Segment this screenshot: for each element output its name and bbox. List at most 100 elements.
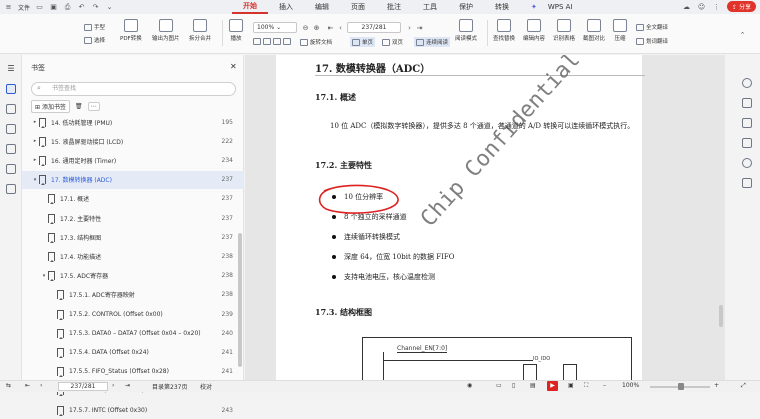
red-ink-circle[interactable] <box>316 183 402 217</box>
first-page-icon[interactable]: ⇤ <box>25 382 30 389</box>
prev-page-icon[interactable]: ‹ <box>336 23 345 32</box>
menu-annotate[interactable]: 批注 <box>376 0 412 14</box>
bookmark-item[interactable]: 17.5.5. FIFO_Status (Offset 0x28) 241 <box>22 363 244 381</box>
next-page-icon[interactable]: › <box>112 382 114 389</box>
expand-icon[interactable]: ⤢ <box>741 382 746 390</box>
open-icon[interactable]: ▭ <box>35 3 44 12</box>
bookmark-item[interactable]: 17.1. 概述 237 <box>22 190 244 208</box>
help-icon[interactable] <box>742 158 752 168</box>
translate-panel-icon[interactable] <box>742 138 752 148</box>
compress-button[interactable]: 压缩 <box>613 19 627 42</box>
menu-page[interactable]: 页面 <box>340 0 376 14</box>
print-icon[interactable]: ⎙ <box>63 3 72 12</box>
screenshot-compare-button[interactable]: 截图对比 <box>583 19 605 42</box>
share-panel-icon[interactable] <box>742 178 752 188</box>
zoom-select[interactable]: 100% ⌄ <box>253 22 297 33</box>
continuous-view-icon[interactable]: ▤ <box>530 382 536 389</box>
bookmark-search-input[interactable]: 书签查找 <box>31 82 236 96</box>
menu-tools[interactable]: 工具 <box>412 0 448 14</box>
recognize-table-button[interactable]: 识别表格 <box>553 19 575 42</box>
menu-edit[interactable]: 编辑 <box>304 0 340 14</box>
first-page-icon[interactable]: ⇤ <box>326 23 335 32</box>
adjust-icon[interactable] <box>742 98 752 108</box>
last-page-icon[interactable]: ⇥ <box>125 382 130 389</box>
comment-icon[interactable] <box>6 124 16 134</box>
minus-icon[interactable]: – <box>603 382 606 389</box>
doc-scrollbar[interactable] <box>719 305 723 327</box>
fit-icon[interactable]: ▣ <box>568 382 574 389</box>
play-icon[interactable]: ▶ <box>547 381 558 391</box>
undo-icon[interactable]: ↶ <box>77 3 86 12</box>
sidebar-toggle-icon[interactable]: ⇆ <box>6 382 11 389</box>
save-icon[interactable]: ▣ <box>49 3 58 12</box>
collapse-ribbon-icon[interactable]: ⌃ <box>738 30 747 39</box>
redo-icon[interactable]: ↷ <box>91 3 100 12</box>
bookmark-item[interactable]: 17.3. 结构框图 237 <box>22 228 244 246</box>
prev-page-icon[interactable]: ‹ <box>40 382 42 389</box>
bookmark-item[interactable]: 17.5.3. DATA0 – DATA7 (Offset 0x04 – 0x2… <box>22 324 244 342</box>
expand-arrow-icon[interactable]: ▾ <box>31 177 39 183</box>
bookmark-item[interactable]: 17.5.7. INTC (Offset 0x30) 243 <box>22 401 244 419</box>
status-page-input[interactable]: 237/281 <box>58 382 108 391</box>
zoom-in-icon[interactable]: ⊕ <box>312 23 321 32</box>
export-image-button[interactable]: 输出为图片 <box>152 19 180 42</box>
menu-insert[interactable]: 插入 <box>268 0 304 14</box>
hand-tool[interactable]: 手型 <box>84 23 105 31</box>
menu-home[interactable]: 开始 <box>232 0 268 14</box>
view-icon[interactable]: ◉ <box>467 382 472 389</box>
menu-convert[interactable]: 转换 <box>484 0 520 14</box>
bookmark-item[interactable]: ▾ 17.5. ADC寄存器 238 <box>22 267 244 285</box>
zoom-out-icon[interactable]: ⊖ <box>301 23 310 32</box>
rotate-doc-button[interactable]: 旋转文档 <box>300 38 332 46</box>
bookmark-item[interactable]: 17.5.1. ADC寄存器映射 238 <box>22 286 244 304</box>
cloud-icon[interactable]: ☁ <box>682 2 691 11</box>
bookmark-item[interactable]: ▾ 17. 数模转换器 (ADC) 237 <box>22 170 244 189</box>
menu-protect[interactable]: 保护 <box>448 0 484 14</box>
thumbnail-icon[interactable] <box>6 104 16 114</box>
double-page-button[interactable]: 双页 <box>382 38 403 46</box>
toc-icon[interactable]: ☰ <box>6 64 16 74</box>
add-bookmark-button[interactable]: ⊞ 添加书签 <box>31 100 70 113</box>
user-icon[interactable]: ☺ <box>697 2 706 11</box>
expand-arrow-icon[interactable]: ▸ <box>31 138 39 144</box>
bookmark-panel-icon[interactable] <box>6 84 16 94</box>
more-dots-icon[interactable]: ⋮ <box>712 2 721 11</box>
next-page-icon[interactable]: › <box>405 23 414 32</box>
expand-arrow-icon[interactable]: ▸ <box>31 157 39 163</box>
attachment-icon[interactable] <box>6 144 16 154</box>
single-view-icon[interactable]: ▭ <box>496 382 502 389</box>
expand-arrow-icon[interactable]: ▾ <box>40 273 48 279</box>
translate-selected-button[interactable]: 划词翻译 <box>636 37 668 45</box>
more-options-icon[interactable]: ⋯ <box>87 102 100 111</box>
file-menu[interactable]: 文件 <box>18 3 30 12</box>
plus-icon[interactable]: + <box>714 382 719 389</box>
play-button[interactable]: 播放 <box>229 19 243 42</box>
split-merge-button[interactable]: 拆分合并 <box>189 19 211 42</box>
bookmark-item[interactable]: ▸ 15. 液晶屏驱动接口 (LCD) 222 <box>22 132 244 150</box>
properties-icon[interactable] <box>742 118 752 128</box>
wps-ai-button[interactable]: ✦ WPS AI <box>520 0 595 14</box>
read-mode-button[interactable]: 阅读模式 <box>455 19 477 42</box>
last-page-icon[interactable]: ⇥ <box>415 23 424 32</box>
single-page-button[interactable]: 单页 <box>350 37 376 47</box>
close-icon[interactable]: ✕ <box>230 62 237 71</box>
page-input[interactable]: 237/281 <box>347 22 401 33</box>
proof-button[interactable]: 校对 <box>200 382 212 391</box>
fullscreen-icon[interactable]: ⛶ <box>584 382 588 390</box>
bookmark-item[interactable]: ▸ 14. 低功耗管理 (PMU) 195 <box>22 113 244 131</box>
layers-icon[interactable] <box>6 184 16 194</box>
bookmark-item[interactable]: 17.4. 功能描述 238 <box>22 247 244 265</box>
fit-buttons[interactable] <box>253 38 291 45</box>
continuous-read-button[interactable]: 连续阅读 <box>414 37 451 47</box>
bookmark-item[interactable]: ▸ 16. 通用定时器 (Timer) 234 <box>22 151 244 169</box>
pdf-convert-button[interactable]: PDF转换 <box>120 19 142 42</box>
select-tool[interactable]: 选择 <box>84 36 105 44</box>
full-translate-button[interactable]: 全文翻译 <box>636 23 668 31</box>
double-view-icon[interactable]: ▯ <box>512 382 515 389</box>
signature-icon[interactable] <box>6 164 16 174</box>
bookmark-item[interactable]: 17.5.4. DATA (Offset 0x24) 241 <box>22 343 244 361</box>
zoom-slider-handle[interactable] <box>678 383 684 390</box>
share-button[interactable]: ⇪ 分享 <box>727 1 756 12</box>
menu-icon[interactable]: ≡ <box>4 3 13 12</box>
search-icon[interactable] <box>742 78 752 88</box>
